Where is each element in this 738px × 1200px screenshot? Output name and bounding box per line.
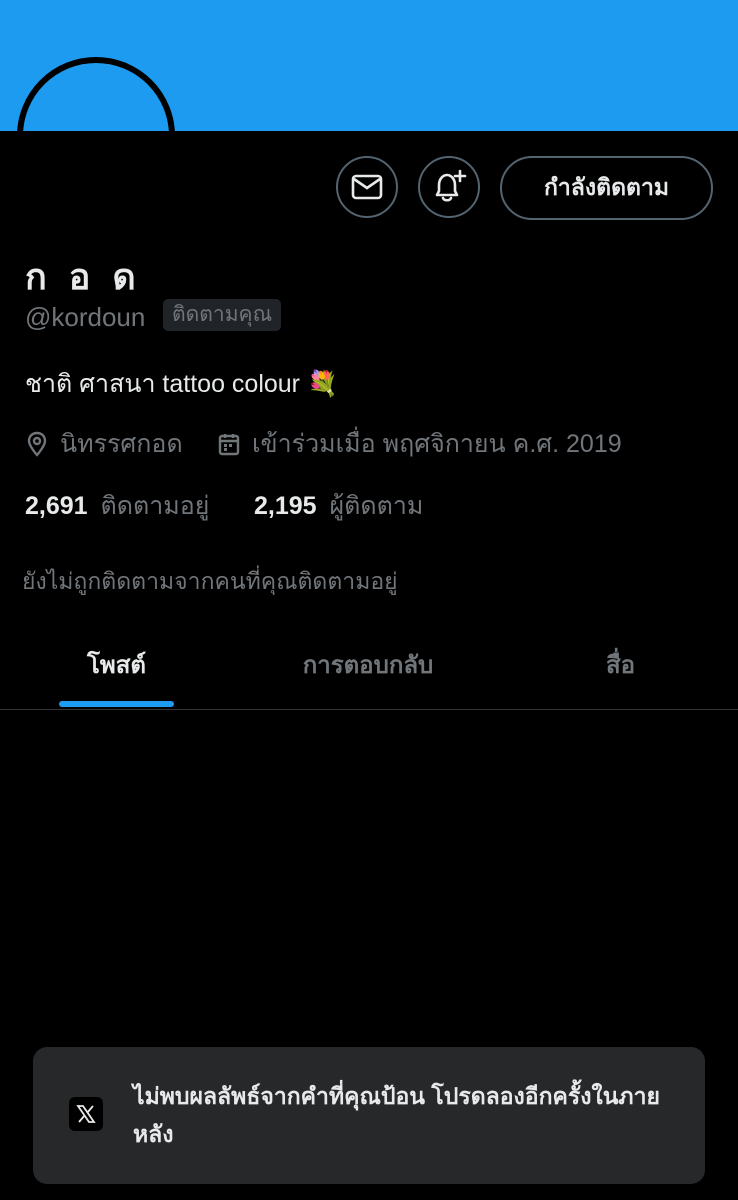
followers-stat[interactable]: 2,195 ผู้ติดตาม: [254, 486, 423, 526]
tab-replies[interactable]: การตอบกลับ: [233, 620, 503, 709]
joined-row: เข้าร่วมเมื่อ พฤศจิกายน ค.ศ. 2019: [218, 424, 622, 464]
location-row: นิทรรศกอด: [26, 424, 183, 464]
joined-text: เข้าร่วมเมื่อ พฤศจิกายน ค.ศ. 2019: [252, 430, 622, 458]
profile-bio: ชาติ ศาสนา tattoo colour 💐: [25, 370, 339, 398]
following-count: 2,691: [25, 492, 88, 520]
active-tab-indicator: [59, 701, 174, 707]
following-button[interactable]: กำลังติดตาม: [500, 156, 713, 220]
bell-plus-icon: [435, 169, 467, 202]
toast-message: ไม่พบผลลัพธ์จากคำที่คุณป้อน โปรดลองอีกคร…: [133, 1083, 660, 1147]
followers-count: 2,195: [254, 492, 317, 520]
profile-tabs: โพสต์ การตอบกลับ สื่อ: [0, 620, 738, 710]
tab-posts[interactable]: โพสต์: [0, 620, 233, 709]
following-stat[interactable]: 2,691 ติดตามอยู่: [25, 486, 209, 526]
follows-you-badge: ติดตามคุณ: [163, 299, 282, 331]
avatar[interactable]: [17, 57, 175, 131]
x-logo-icon: [69, 1097, 103, 1131]
tab-media[interactable]: สื่อ: [503, 620, 738, 709]
calendar-icon: [218, 434, 240, 456]
error-toast: ไม่พบผลลัพธ์จากคำที่คุณป้อน โปรดลองอีกคร…: [33, 1047, 705, 1184]
not-followed-note[interactable]: ยังไม่ถูกติดตามจากคนที่คุณติดตามอยู่: [22, 564, 398, 600]
location-text: นิทรรศกอด: [60, 430, 183, 458]
avatar-lower: [17, 131, 175, 215]
location-pin-icon: [27, 431, 47, 457]
message-button[interactable]: [336, 156, 398, 218]
envelope-icon: [351, 174, 383, 200]
following-label: ติดตามอยู่: [100, 492, 210, 520]
profile-name: ก อ ด: [25, 256, 142, 297]
followers-label: ผู้ติดตาม: [329, 492, 424, 520]
profile-handle: @kordoun: [25, 302, 146, 332]
notify-button[interactable]: [418, 156, 480, 218]
